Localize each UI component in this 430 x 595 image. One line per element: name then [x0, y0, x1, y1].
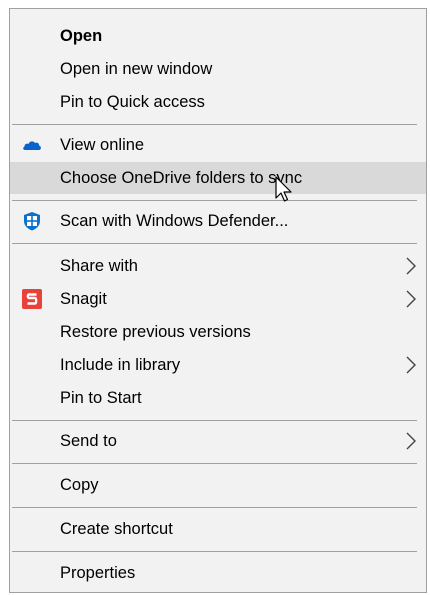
- chevron-right-icon: [406, 257, 416, 275]
- menu-item-label: Restore previous versions: [60, 322, 251, 341]
- menu-separator: [12, 124, 417, 125]
- menu-item-restore-previous-versions[interactable]: Restore previous versions: [10, 316, 426, 348]
- mouse-cursor-icon: [275, 176, 292, 202]
- menu-item-label: Open: [60, 26, 103, 45]
- menu-item-open-new-window[interactable]: Open in new window: [10, 53, 426, 85]
- menu-item-label: Open in new window: [60, 59, 213, 78]
- menu-item-label: Copy: [60, 475, 99, 494]
- menu-item-label: Choose OneDrive folders to sync: [60, 168, 303, 187]
- menu-separator: [12, 507, 417, 508]
- menu-item-include-in-library[interactable]: Include in library: [10, 349, 426, 381]
- onedrive-cloud-icon: [23, 141, 41, 150]
- menu-item-choose-onedrive-folders[interactable]: Choose OneDrive folders to sync: [10, 162, 426, 194]
- menu-item-open[interactable]: Open: [10, 20, 426, 52]
- menu-item-label: Snagit: [60, 289, 107, 308]
- snagit-icon: [22, 289, 42, 309]
- menu-item-copy[interactable]: Copy: [10, 469, 426, 501]
- menu-item-scan-defender[interactable]: Scan with Windows Defender...: [10, 205, 426, 237]
- menu-item-send-to[interactable]: Send to: [10, 425, 426, 457]
- chevron-right-icon: [406, 432, 416, 450]
- menu-separator: [12, 243, 417, 244]
- menu-separator: [12, 551, 417, 552]
- menu-item-label: Share with: [60, 256, 138, 275]
- menu-item-pin-quick-access[interactable]: Pin to Quick access: [10, 86, 426, 118]
- menu-separator: [12, 200, 417, 201]
- chevron-right-icon: [406, 356, 416, 374]
- menu-item-label: Send to: [60, 431, 117, 450]
- menu-separator: [12, 420, 417, 421]
- context-menu: Open Open in new window Pin to Quick acc…: [9, 8, 427, 593]
- menu-item-label: Properties: [60, 563, 136, 582]
- menu-item-snagit[interactable]: Snagit: [10, 283, 426, 315]
- menu-item-label: Create shortcut: [60, 519, 173, 538]
- menu-item-label: Include in library: [60, 355, 181, 374]
- menu-item-label: Pin to Quick access: [60, 92, 205, 111]
- menu-item-view-online[interactable]: View online: [10, 129, 426, 161]
- chevron-right-icon: [406, 290, 416, 308]
- menu-item-share-with[interactable]: Share with: [10, 250, 426, 282]
- menu-separator: [12, 463, 417, 464]
- windows-defender-icon: [24, 212, 40, 231]
- menu-item-pin-to-start[interactable]: Pin to Start: [10, 382, 426, 414]
- menu-item-label: View online: [60, 135, 145, 154]
- menu-item-properties[interactable]: Properties: [10, 557, 426, 589]
- menu-item-create-shortcut[interactable]: Create shortcut: [10, 513, 426, 545]
- menu-item-label: Pin to Start: [60, 388, 142, 407]
- menu-item-label: Scan with Windows Defender...: [60, 211, 289, 230]
